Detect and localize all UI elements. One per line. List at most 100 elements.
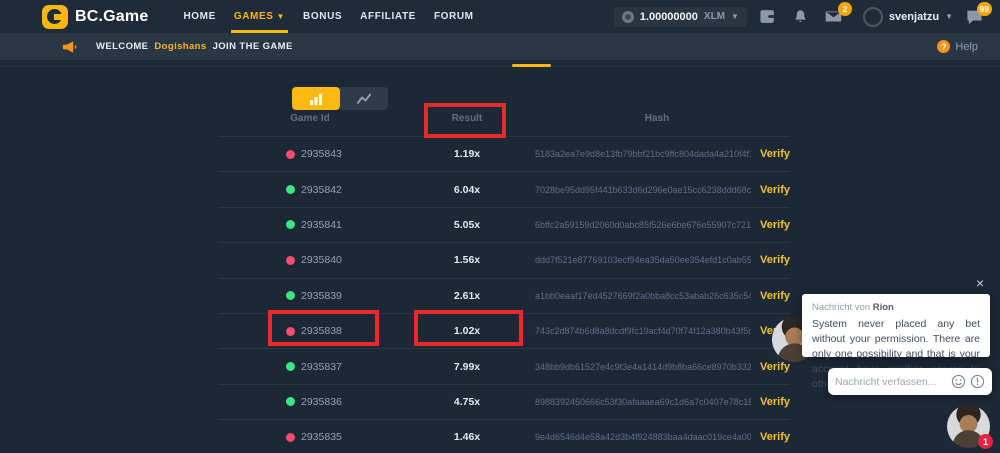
verify-link[interactable]: Verify [760, 254, 790, 266]
megaphone-icon [62, 40, 78, 54]
hash-value: 348bb9db61527e4c9f3e4a1414d9b8ba66ce8970… [535, 362, 751, 372]
coin-icon [622, 11, 634, 23]
trend-view-toggle[interactable] [340, 87, 388, 110]
verify-link[interactable]: Verify [760, 431, 790, 443]
user-menu[interactable]: svenjatzu ▼ [863, 7, 953, 27]
game-id: 2935835 [301, 431, 342, 443]
bar-chart-icon [308, 92, 324, 106]
welcome-username[interactable]: Dogishans [154, 41, 206, 52]
chat-message-input[interactable] [835, 376, 947, 388]
messages-button[interactable]: 2 [822, 7, 846, 27]
verify-link[interactable]: Verify [760, 290, 790, 302]
column-header-hash: Hash [617, 113, 697, 124]
username: svenjatzu [889, 11, 939, 23]
chevron-down-icon: ▼ [945, 12, 953, 21]
main-nav: HOME GAMES▼ BONUS AFFILIATE FORUM [174, 0, 482, 33]
hash-value: 7028be95dd95f441b633d6d296e0ae15cc6238dd… [535, 185, 751, 195]
chat-notification-card[interactable]: Nachricht von Rion System never placed a… [802, 294, 990, 357]
chevron-down-icon: ▼ [731, 12, 739, 21]
game-id: 2935842 [301, 184, 342, 196]
hash-value: 6bffc2a59159d2060d0abc85f526e6be676e5590… [535, 220, 751, 230]
welcome-suffix: JOIN THE GAME [213, 41, 293, 52]
result-value: 5.05x [432, 219, 502, 231]
status-dot [286, 327, 295, 336]
table-row: 2935839 2.61x a1bb0eaaf17ed4527669f2a0bb… [218, 278, 790, 313]
table-row: 2935837 7.99x 348bb9db61527e4c9f3e4a1414… [218, 348, 790, 383]
chat-badge: 99 [977, 2, 992, 16]
table-row: 2935840 1.56x ddd7f521e87769103ecf94ea35… [218, 242, 790, 277]
status-dot [286, 397, 295, 406]
help-button[interactable]: ? Help [937, 33, 978, 60]
game-id: 2935843 [301, 148, 342, 160]
status-dot [286, 220, 295, 229]
game-id: 2935837 [301, 361, 342, 373]
nav-bonus[interactable]: BONUS [294, 0, 351, 33]
balance-selector[interactable]: 1.00000000 XLM ▼ [614, 7, 747, 27]
nav-affiliate[interactable]: AFFILIATE [351, 0, 425, 33]
verify-link[interactable]: Verify [760, 184, 790, 196]
help-label: Help [955, 41, 978, 53]
table-row: 2935843 1.19x 5183a2ea7e9d8e13fb79bbf21b… [218, 136, 790, 171]
header-right: 1.00000000 XLM ▼ 2 svenjatzu ▼ 99 [614, 7, 1000, 27]
nav-games[interactable]: GAMES▼ [225, 0, 294, 33]
emoji-icon[interactable] [951, 374, 966, 389]
view-toggle-group [292, 87, 388, 110]
info-icon[interactable] [970, 374, 985, 389]
notifications-button[interactable] [789, 7, 813, 27]
result-value: 1.56x [432, 254, 502, 266]
balance-currency: XLM [704, 11, 725, 22]
chat-unread-badge: 1 [978, 434, 993, 449]
question-mark-icon: ? [937, 40, 950, 53]
game-id: 2935840 [301, 254, 342, 266]
bar-view-toggle[interactable] [292, 87, 340, 110]
chevron-down-icon: ▼ [277, 12, 286, 21]
wallet-icon [759, 9, 776, 24]
game-id: 2935839 [301, 290, 342, 302]
result-value: 4.75x [432, 396, 502, 408]
status-dot [286, 433, 295, 442]
hash-value: 9e4d6546d4e58a42d3b4f924883baa4daac019ce… [535, 432, 751, 442]
chat-composer [828, 368, 992, 395]
verify-link[interactable]: Verify [760, 361, 790, 373]
column-header-game-id: Game Id [270, 113, 350, 124]
table-row: 2935835 1.46x 9e4d6546d4e58a42d3b4f92488… [218, 419, 790, 453]
result-value: 1.02x [432, 325, 502, 337]
result-value: 6.04x [432, 184, 502, 196]
result-value: 7.99x [432, 361, 502, 373]
line-chart-icon [356, 92, 372, 106]
nav-home[interactable]: HOME [174, 0, 224, 33]
welcome-prefix: WELCOME [96, 41, 148, 52]
top-header: BC.Game HOME GAMES▼ BONUS AFFILIATE FORU… [0, 0, 1000, 33]
chat-button[interactable]: 99 [962, 7, 986, 27]
verify-link[interactable]: Verify [760, 219, 790, 231]
chat-sender-name: Rion [873, 302, 894, 313]
hash-value: 8988392450666c53f30afaaaea69c1d6a7c0407e… [535, 397, 751, 407]
verify-link[interactable]: Verify [760, 148, 790, 160]
table-row: 2935842 6.04x 7028be95dd95f441b633d6d296… [218, 171, 790, 206]
game-id: 2935838 [301, 325, 342, 337]
logo-text: BC.Game [75, 8, 148, 26]
hash-value: 5183a2ea7e9d8e13fb79bbf21bc9ffc804dada4a… [535, 149, 751, 159]
chat-user-avatar[interactable]: 1 [947, 405, 990, 448]
verify-link[interactable]: Verify [760, 396, 790, 408]
table-row-highlighted: 2935838 1.02x 743c2d874b6d8a8dcdf9fc19ac… [218, 313, 790, 348]
results-table: 2935843 1.19x 5183a2ea7e9d8e13fb79bbf21b… [218, 136, 790, 453]
balance-amount: 1.00000000 [640, 11, 698, 23]
welcome-bar: WELCOME Dogishans JOIN THE GAME ? Help [0, 33, 1000, 60]
active-tab-indicator [512, 64, 551, 67]
hash-value: ddd7f521e87769103ecf94ea35da50ee354efd1c… [535, 255, 751, 265]
nav-forum[interactable]: FORUM [425, 0, 483, 33]
result-value: 1.46x [432, 431, 502, 443]
wallet-button[interactable] [756, 7, 780, 27]
user-avatar [863, 7, 883, 27]
table-row: 2935841 5.05x 6bffc2a59159d2060d0abc85f5… [218, 207, 790, 242]
status-dot [286, 256, 295, 265]
status-dot [286, 362, 295, 371]
chat-notification-title: Nachricht von Rion [812, 302, 980, 313]
hash-value: 743c2d874b6d8a8dcdf9fc19acf4d70f74f12a38… [535, 326, 751, 336]
close-icon[interactable]: × [976, 276, 984, 290]
logo[interactable]: BC.Game [42, 5, 148, 29]
tab-divider [0, 66, 1000, 67]
status-dot [286, 185, 295, 194]
hash-value: a1bb0eaaf17ed4527669f2a0bba8cc53abab26c6… [535, 291, 751, 301]
